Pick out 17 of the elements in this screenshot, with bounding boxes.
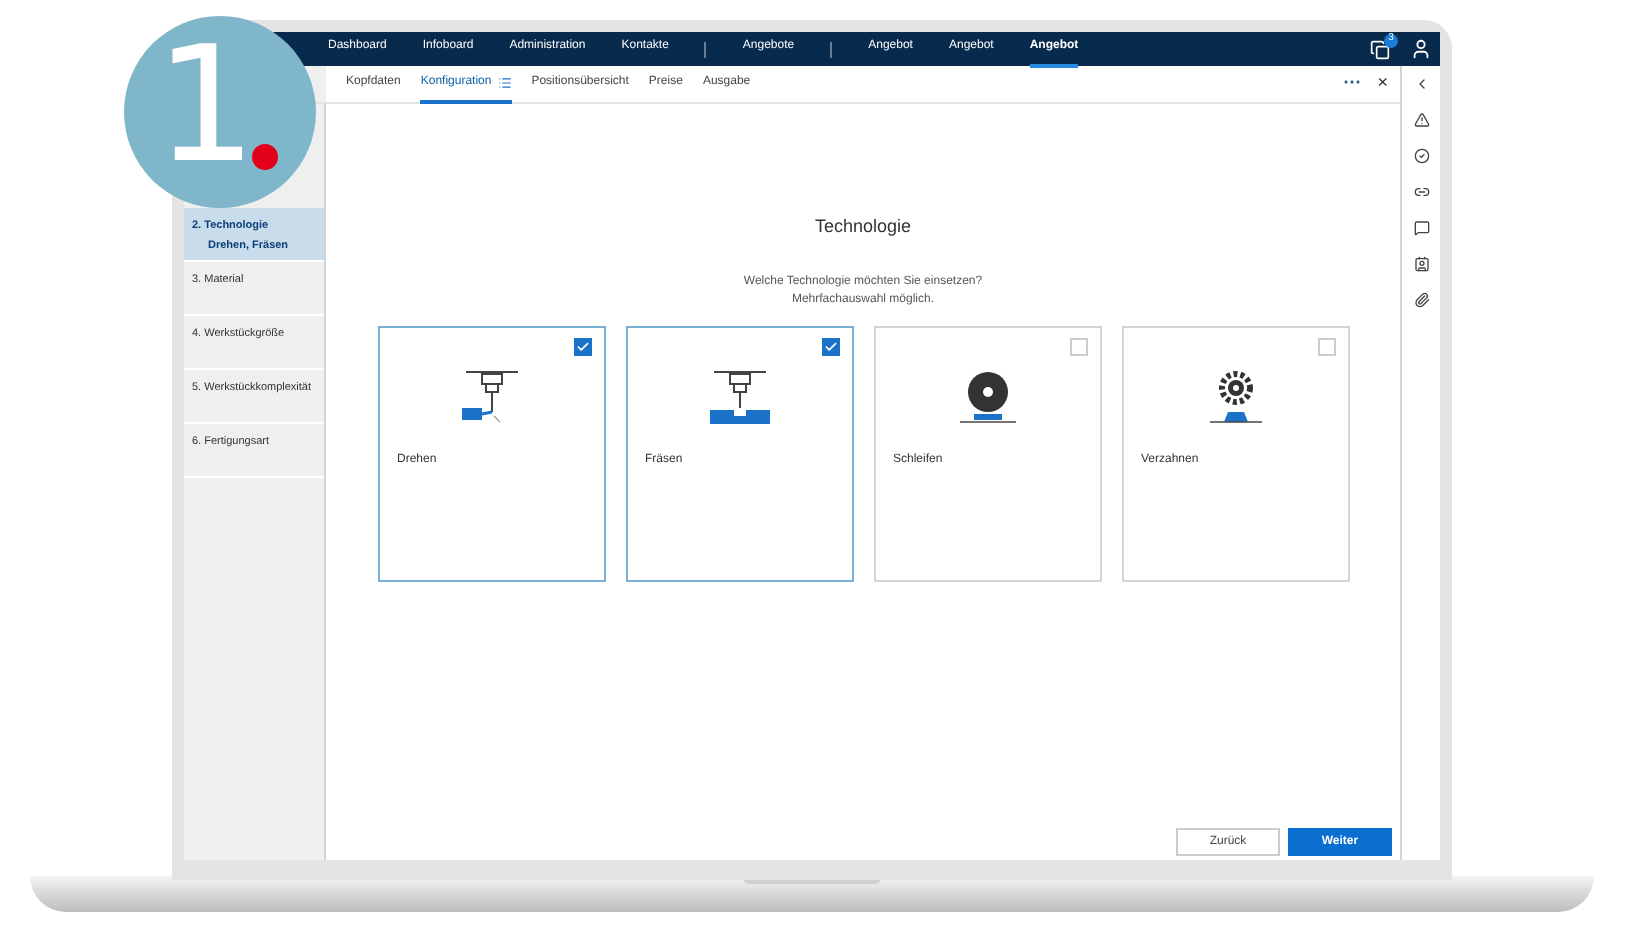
checkbox[interactable]: [821, 337, 839, 355]
paperclip-icon[interactable]: [1413, 292, 1429, 308]
section-title: Technologie: [814, 214, 912, 240]
comment-icon[interactable]: [1413, 220, 1429, 236]
more-button[interactable]: ···: [1343, 70, 1362, 98]
link-icon[interactable]: [1413, 184, 1429, 200]
user-icon[interactable]: [1410, 38, 1432, 60]
contact-card-icon[interactable]: [1413, 256, 1429, 272]
checkbox[interactable]: [1069, 337, 1087, 355]
milling-machine-icon: [705, 367, 773, 427]
close-button[interactable]: ×: [1377, 70, 1388, 98]
warning-icon[interactable]: [1413, 112, 1429, 128]
check-circle-icon[interactable]: [1413, 148, 1429, 164]
checkbox[interactable]: [573, 337, 591, 355]
checkbox[interactable]: [1317, 337, 1335, 355]
list-icon: [497, 75, 512, 89]
step-number: 1: [155, 26, 257, 186]
